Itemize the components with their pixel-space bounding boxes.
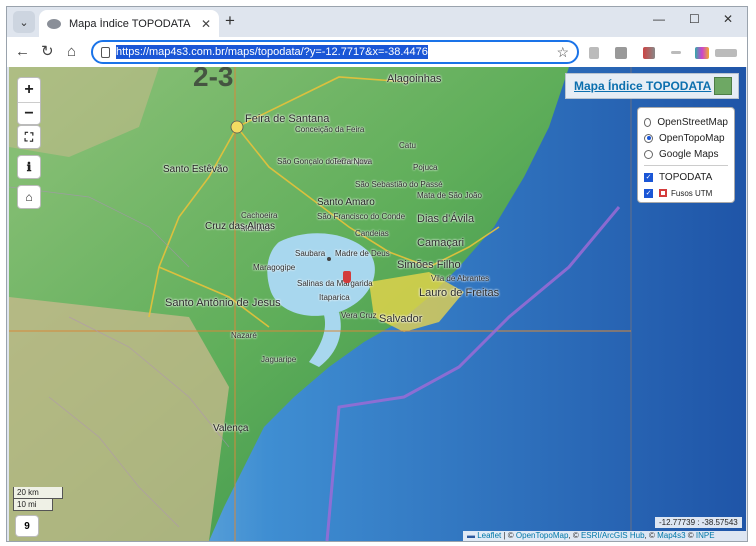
overlay-option[interactable]: ✓ TOPODATA <box>644 169 728 185</box>
home-icon: ⌂ <box>25 190 33 204</box>
place-label: Camaçari <box>417 237 465 249</box>
esri-link[interactable]: ESRI/ArcGIS Hub <box>581 531 645 540</box>
favicon-icon <box>47 18 61 29</box>
fullscreen-icon: ⛶ <box>24 129 34 144</box>
home-button[interactable]: ⌂ <box>67 43 76 61</box>
radio-icon[interactable] <box>644 133 653 143</box>
place-label: Nazaré <box>231 331 257 340</box>
maximize-button[interactable]: ☐ <box>689 12 700 26</box>
info-button[interactable]: ℹ <box>17 155 41 179</box>
tile-number-label: 2-3 <box>193 67 234 92</box>
place-label: Catu <box>399 141 416 150</box>
active-tab[interactable]: Mapa Índice TOPODATA ✕ <box>39 10 219 37</box>
zoom-in-button[interactable]: + <box>24 78 33 102</box>
minimize-button[interactable]: — <box>653 12 665 26</box>
map-title-link[interactable]: Mapa Índice TOPODATA <box>574 79 711 93</box>
place-label: Itaparica <box>319 293 350 302</box>
place-label: Vera Cruz <box>341 311 377 320</box>
place-label: Santo Amaro <box>317 197 375 208</box>
checkbox-icon[interactable]: ✓ <box>644 188 653 198</box>
map-viewport[interactable]: 2-3 Alagoinhas Feira de Santana Santo Es… <box>9 67 746 541</box>
map4s3-link[interactable]: Map4s3 <box>657 531 685 540</box>
place-label: São Francisco do Conde <box>317 212 406 221</box>
place-label: Simões Filho <box>397 259 461 271</box>
place-label: Madre de Deus <box>335 249 390 258</box>
browser-window: ⌄ Mapa Índice TOPODATA ✕ + — ☐ ✕ ← ↻ ⌂ h… <box>6 6 748 542</box>
home-view-button[interactable]: ⌂ <box>17 185 41 209</box>
leaflet-link[interactable]: Leaflet <box>477 531 501 540</box>
divider <box>644 165 728 166</box>
zoom-control: + − <box>17 77 41 125</box>
tab-search-button[interactable]: ⌄ <box>13 11 35 33</box>
layer-option[interactable]: OpenTopoMap <box>644 130 728 146</box>
place-label: Maragogipe <box>253 263 296 272</box>
flag-icon: ▬ <box>467 531 475 540</box>
fullscreen-button[interactable]: ⛶ <box>17 125 41 149</box>
back-button[interactable]: ← <box>15 43 30 61</box>
place-label: Lauro de Freitas <box>419 287 500 299</box>
profile-avatar[interactable] <box>695 47 709 59</box>
new-tab-button[interactable]: + <box>225 11 235 31</box>
place-label: Cruz das Almas <box>205 221 276 232</box>
radio-icon[interactable] <box>644 117 652 127</box>
tab-strip: ⌄ Mapa Índice TOPODATA ✕ + — ☐ ✕ <box>7 7 747 37</box>
radio-icon[interactable] <box>644 149 653 159</box>
layer-option[interactable]: OpenStreetMap <box>644 114 728 130</box>
topodata-logo-icon <box>714 77 732 95</box>
place-label: Saubara <box>295 249 326 258</box>
url-text[interactable]: https://map4s3.com.br/maps/topodata/?y=-… <box>116 45 428 59</box>
place-label: Alagoinhas <box>387 73 442 85</box>
place-label: Salinas da Margarida <box>297 279 373 288</box>
extension-icon[interactable] <box>671 51 681 54</box>
place-label: Valença <box>213 423 249 434</box>
place-label: Santo Estêvão <box>163 164 229 175</box>
zoom-level-badge: 9 <box>15 515 39 537</box>
inpe-link[interactable]: INPE <box>696 531 715 540</box>
map-tiles[interactable] <box>9 67 746 541</box>
utm-legend-icon <box>659 189 667 197</box>
mouse-cursor-icon <box>343 271 351 283</box>
place-label: Terra Nova <box>333 157 373 166</box>
site-info-icon[interactable] <box>101 46 110 58</box>
place-label: Dias d'Ávila <box>417 213 475 225</box>
otm-link[interactable]: OpenTopoMap <box>516 531 568 540</box>
place-label: Feira de Santana <box>245 113 330 125</box>
place-label: Jaguaripe <box>261 355 297 364</box>
cursor-coordinates: -12.77739 : -38.57543 <box>655 517 742 528</box>
place-label: Conceição da Feira <box>295 125 365 134</box>
checkbox-icon[interactable]: ✓ <box>644 172 653 182</box>
layer-control: OpenStreetMap OpenTopoMap Google Maps ✓ T… <box>637 107 735 203</box>
extension-icon[interactable] <box>615 47 627 59</box>
reload-button[interactable]: ↻ <box>41 43 54 61</box>
place-label: Santo Antônio de Jesus <box>165 297 281 309</box>
address-bar[interactable]: https://map4s3.com.br/maps/topodata/?y=-… <box>91 40 579 64</box>
map-attribution: ▬ Leaflet | © OpenTopoMap, © ESRI/ArcGIS… <box>463 531 746 541</box>
place-label: Vila de Abrantes <box>431 274 490 283</box>
info-icon: ℹ <box>26 160 32 174</box>
place-label: Cachoeira <box>241 211 278 220</box>
tab-title: Mapa Índice TOPODATA <box>69 17 191 30</box>
place-label: São Sebastião do Passé <box>355 180 443 189</box>
place-label: Mata de São João <box>417 191 482 200</box>
close-window-button[interactable]: ✕ <box>723 12 733 26</box>
extension-icon[interactable] <box>643 47 655 59</box>
extension-icon[interactable] <box>589 47 599 59</box>
place-label: Salvador <box>379 313 423 325</box>
browser-toolbar: ← ↻ ⌂ https://map4s3.com.br/maps/topodat… <box>7 37 747 67</box>
close-tab-icon[interactable]: ✕ <box>201 17 211 31</box>
bookmark-star-icon[interactable]: ☆ <box>556 44 569 61</box>
zoom-out-button[interactable]: − <box>18 101 40 125</box>
map-title-box[interactable]: Mapa Índice TOPODATA <box>565 73 739 99</box>
place-label: Candeias <box>355 229 389 238</box>
overlay-option[interactable]: ✓ Fusos UTM <box>644 185 728 201</box>
scale-mi: 10 mi <box>13 499 53 511</box>
scale-km: 20 km <box>13 487 63 499</box>
layer-option[interactable]: Google Maps <box>644 146 728 162</box>
chevron-down-icon: ⌄ <box>19 16 29 29</box>
menu-icon[interactable] <box>715 49 737 57</box>
place-label: Pojuca <box>413 163 438 172</box>
